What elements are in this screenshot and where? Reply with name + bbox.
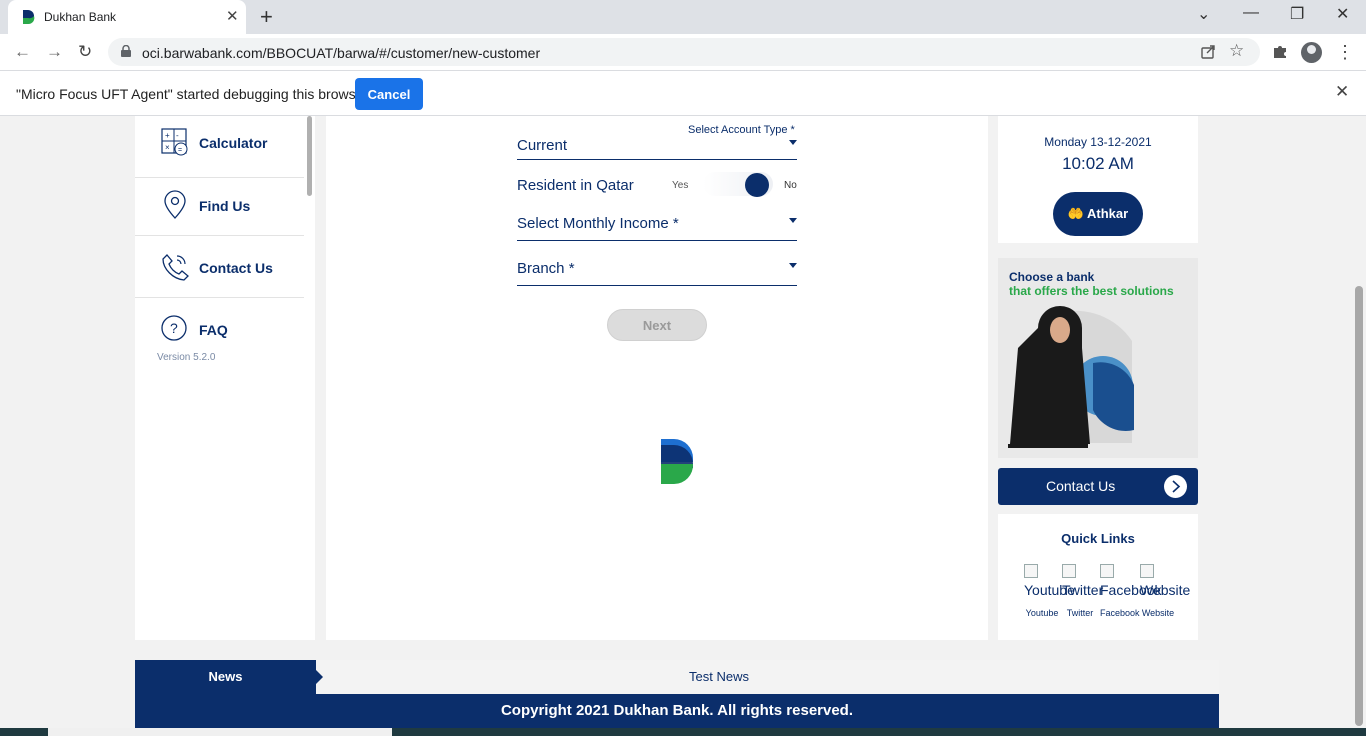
footer-copyright: Copyright 2021 Dukhan Bank. All rights r… [135, 694, 1219, 728]
quick-link-website[interactable]: Website Website [1140, 564, 1190, 620]
broken-image-icon [1140, 564, 1154, 578]
athkar-label: Athkar [1087, 206, 1129, 221]
resident-label: Resident in Qatar [517, 177, 634, 194]
chevron-down-icon [789, 218, 797, 223]
quick-link-caption: Facebook [1100, 608, 1140, 618]
svg-text:×: × [165, 143, 170, 152]
infobar-message: "Micro Focus UFT Agent" started debuggin… [16, 86, 369, 102]
url-text: oci.barwabank.com/BBOCUAT/barwa/#/custom… [142, 45, 541, 61]
calculator-icon: + - × = [161, 128, 188, 156]
quick-links-title: Quick Links [1061, 531, 1135, 546]
svg-text:-: - [176, 131, 179, 140]
new-customer-form: Select Account Type * Current Resident i… [326, 116, 988, 640]
chevron-down-icon [789, 140, 797, 145]
sidebar-item-contact-us[interactable]: Contact Us [135, 236, 304, 298]
quick-links-card: Quick Links Youtube Youtube Twitter Twit… [998, 514, 1198, 640]
account-type-select[interactable]: Current [517, 130, 797, 160]
tab-search-icon[interactable]: ⌄ [1197, 4, 1210, 24]
quick-link-caption: Twitter [1066, 608, 1094, 618]
page-scrollbar[interactable] [1355, 286, 1363, 726]
hands-icon: 🤲 [1067, 206, 1084, 221]
news-tag: News [135, 660, 316, 694]
contact-us-button[interactable]: Contact Us [998, 468, 1198, 505]
phone-icon [162, 254, 189, 281]
broken-image-icon [1062, 564, 1076, 578]
quick-link-facebook[interactable]: Facebook Facebook [1100, 564, 1161, 620]
news-text[interactable]: Test News [689, 669, 749, 684]
quick-link-twitter[interactable]: Twitter Twitter [1062, 564, 1103, 620]
debug-infobar: "Micro Focus UFT Agent" started debuggin… [0, 70, 1366, 116]
contact-us-label: Contact Us [1046, 478, 1116, 494]
sidebar-item-calculator[interactable]: + - × = Calculator [135, 116, 304, 178]
current-time: 10:02 AM [1062, 154, 1134, 173]
infobar-close-icon[interactable]: ✕ [1335, 82, 1349, 102]
promo-woman-image [1008, 306, 1134, 448]
dukhan-loader-icon [661, 439, 694, 485]
tab-close-icon[interactable]: ✕ [226, 7, 239, 25]
window-close-icon[interactable]: ✕ [1336, 4, 1349, 24]
sidebar: + - × = Calculator Find Us Contact Us ? … [135, 116, 315, 640]
back-icon[interactable]: ← [14, 42, 31, 62]
forward-icon[interactable]: → [46, 42, 63, 62]
svg-text:+: + [165, 131, 170, 140]
chevron-right-icon [1164, 475, 1187, 498]
svg-text:=: = [178, 147, 182, 154]
app-version: Version 5.2.0 [157, 352, 216, 363]
infobar-cancel-button[interactable]: Cancel [355, 78, 423, 110]
quick-link-youtube[interactable]: Youtube Youtube [1024, 564, 1075, 620]
news-tag-arrow [316, 670, 323, 684]
monthly-income-select[interactable]: Select Monthly Income * [517, 212, 797, 241]
browser-menu-icon[interactable]: ⋮ [1336, 42, 1354, 63]
reload-icon[interactable]: ↻ [78, 42, 92, 62]
share-icon[interactable] [1200, 44, 1216, 60]
news-ticker: News Test News [135, 660, 1219, 694]
quick-link-alt: Website [1140, 582, 1191, 598]
current-date: Monday 13-12-2021 [1044, 135, 1152, 149]
sidebar-item-label: FAQ [199, 322, 228, 338]
dukhan-favicon-icon [23, 10, 35, 25]
chevron-down-icon [789, 263, 797, 268]
monthly-income-placeholder: Select Monthly Income * [517, 215, 679, 232]
omnibox[interactable]: oci.barwabank.com/BBOCUAT/barwa/#/custom… [108, 38, 1260, 66]
promo-banner[interactable]: Choose a bank that offers the best solut… [998, 258, 1198, 458]
sidebar-item-faq[interactable]: ? FAQ [135, 298, 304, 360]
quick-link-caption: Youtube [1025, 608, 1059, 618]
next-button[interactable]: Next [607, 309, 707, 341]
branch-placeholder: Branch * [517, 260, 575, 277]
browser-tab[interactable]: Dukhan Bank ✕ [8, 0, 246, 34]
profile-avatar-icon[interactable] [1301, 42, 1322, 63]
minimize-icon[interactable]: — [1243, 4, 1259, 22]
resident-no-label: No [784, 180, 797, 191]
account-type-value: Current [517, 137, 568, 154]
sidebar-item-find-us[interactable]: Find Us [135, 174, 304, 236]
quick-link-alt: Twitter [1062, 582, 1104, 598]
location-pin-icon [164, 190, 186, 219]
browser-tabstrip: Dukhan Bank ✕ + ⌄ — ❐ ✕ [0, 0, 1366, 34]
question-icon: ? [161, 315, 187, 341]
extensions-puzzle-icon[interactable] [1272, 42, 1289, 59]
sidebar-item-label: Calculator [199, 135, 268, 151]
restore-icon[interactable]: ❐ [1290, 4, 1304, 24]
address-toolbar: ← → ↻ oci.barwabank.com/BBOCUAT/barwa/#/… [0, 34, 1366, 70]
quick-link-caption: Website [1141, 608, 1175, 618]
broken-image-icon [1100, 564, 1114, 578]
branch-select[interactable]: Branch * [517, 256, 797, 286]
tab-title: Dukhan Bank [44, 10, 117, 24]
bookmark-star-icon[interactable]: ☆ [1229, 41, 1244, 61]
new-tab-icon[interactable]: + [260, 4, 273, 30]
datetime-card: Monday 13-12-2021 10:02 AM 🤲 Athkar [998, 116, 1198, 243]
os-taskbar [0, 728, 1366, 736]
sidebar-scrollbar[interactable] [307, 116, 312, 196]
svg-text:?: ? [170, 320, 178, 336]
broken-image-icon [1024, 564, 1038, 578]
resident-yes-label: Yes [672, 180, 689, 191]
athkar-button[interactable]: 🤲 Athkar [1053, 192, 1143, 236]
sidebar-item-label: Find Us [199, 198, 251, 214]
toggle-knob[interactable] [745, 173, 769, 197]
taskbar-search[interactable] [48, 728, 392, 736]
sidebar-item-label: Contact Us [199, 260, 273, 276]
lock-icon [121, 45, 131, 57]
